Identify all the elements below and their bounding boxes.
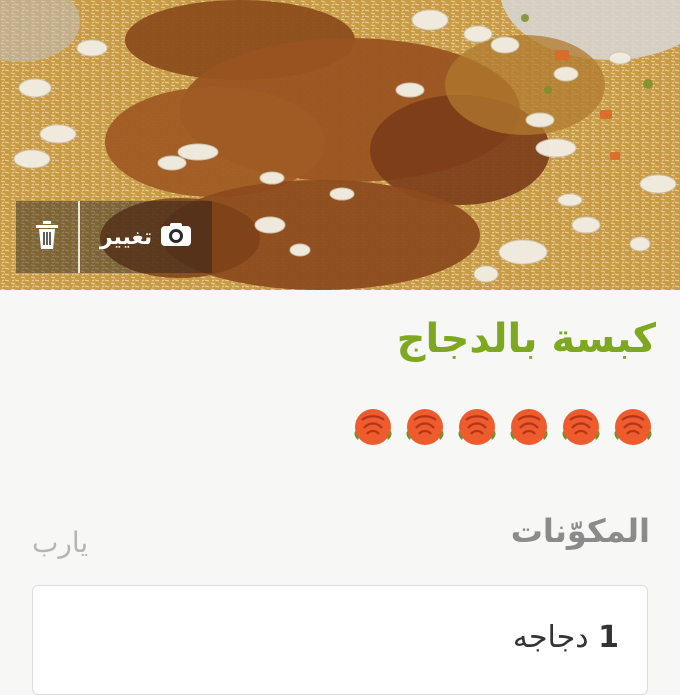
change-photo-label: تغيير (99, 224, 153, 250)
photo-toolbar: تغيير (16, 201, 212, 273)
ingredient-card[interactable]: 1 دجاجه (32, 585, 648, 695)
recipe-story-rose-row (348, 404, 658, 456)
servings-field[interactable]: يارب (32, 526, 88, 559)
ingredient-name: دجاجه (512, 620, 589, 655)
ingredients-section-title: المكوّنات (510, 512, 650, 550)
camera-icon (160, 221, 192, 253)
ingredient-quantity: 1 (598, 620, 619, 655)
recipe-photo: تغيير (0, 0, 680, 290)
rose-icon (452, 404, 502, 456)
trash-icon (33, 220, 61, 254)
rose-icon (348, 404, 398, 456)
ingredient-item[interactable]: 1 دجاجه (513, 620, 619, 655)
rose-icon (556, 404, 606, 456)
rose-icon (608, 404, 658, 456)
rose-icon (504, 404, 554, 456)
change-photo-button[interactable]: تغيير (80, 221, 212, 253)
delete-photo-button[interactable] (16, 201, 80, 273)
rose-icon (400, 404, 450, 456)
recipe-title[interactable]: كبسة بالدجاج (397, 316, 656, 362)
